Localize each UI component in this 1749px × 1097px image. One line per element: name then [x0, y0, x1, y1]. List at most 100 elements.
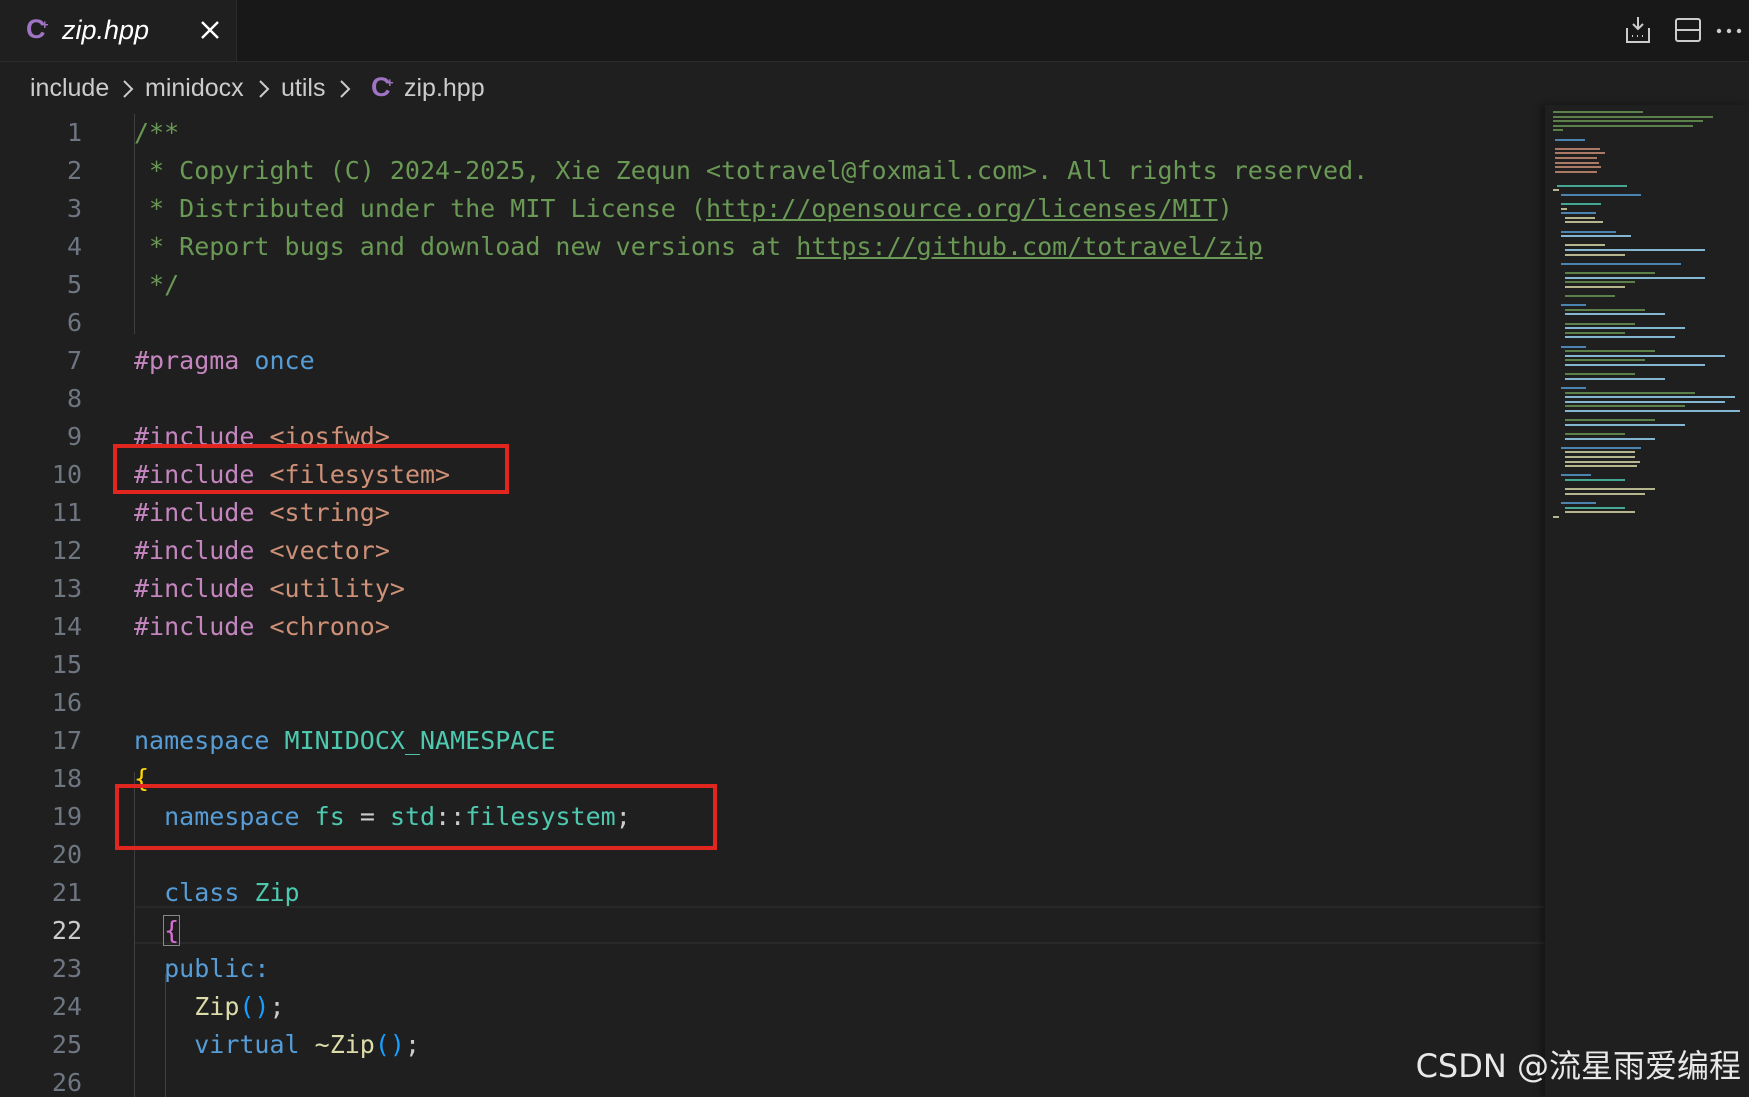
line-number: 15: [51, 650, 82, 679]
minimap-line: [1565, 216, 1595, 219]
include-directive: #include: [134, 574, 255, 603]
line-number: 10: [51, 460, 82, 489]
line-number: 4: [66, 232, 82, 261]
line-number: 11: [51, 498, 82, 527]
line-number: 17: [51, 726, 82, 755]
line-number: 25: [51, 1030, 82, 1059]
alias-name: fs: [314, 802, 345, 831]
line-number: 26: [51, 1068, 82, 1097]
line-number: 20: [51, 840, 82, 869]
chevron-right-icon: [121, 78, 135, 100]
code-line: #include <utility>: [134, 570, 405, 608]
minimap-line: [1565, 281, 1635, 284]
class-name: Zip: [254, 878, 300, 907]
code-line: namespace fs = std::filesystem;: [134, 798, 631, 836]
comment: /**: [134, 118, 180, 147]
minimap-line: [1565, 221, 1603, 224]
pragma-argument: once: [254, 346, 315, 375]
line-number: 24: [51, 992, 82, 1021]
minimap-line: [1555, 147, 1600, 150]
minimap-line: [1565, 373, 1635, 376]
operator: =: [359, 802, 375, 831]
minimap-line: [1553, 115, 1713, 118]
minimap-line: [1561, 474, 1591, 477]
line-number: 21: [51, 878, 82, 907]
repo-link[interactable]: https://github.com/totravel/zip: [796, 232, 1263, 261]
minimap-line: [1553, 124, 1693, 127]
parens: (): [239, 992, 270, 1021]
more-actions-icon[interactable]: [1713, 14, 1745, 46]
save-all-icon[interactable]: [1622, 14, 1654, 46]
chevron-right-icon: [338, 78, 352, 100]
comment: ): [1217, 194, 1233, 223]
code-line: * Copyright (C) 2024-2025, Xie Zequn <to…: [134, 152, 1368, 190]
license-link[interactable]: http://opensource.org/licenses/MIT: [706, 194, 1218, 223]
line-number: 23: [51, 954, 82, 983]
keyword: class: [164, 878, 240, 907]
line-number: 8: [66, 384, 82, 413]
minimap-line: [1555, 157, 1597, 159]
include-directive: #include: [134, 422, 255, 451]
cpp-file-icon: C +: [371, 72, 394, 102]
split-editor-icon[interactable]: [1672, 14, 1704, 46]
close-icon[interactable]: [193, 13, 227, 47]
code-line: */: [134, 266, 179, 304]
scope-operator: ::: [435, 802, 466, 831]
code-line: public:: [134, 950, 269, 988]
breadcrumb-item-include[interactable]: include: [30, 72, 109, 104]
minimap-line: [1565, 253, 1625, 256]
minimap-line: [1561, 502, 1596, 504]
minimap-line: [1561, 304, 1586, 307]
matched-brace: {: [163, 915, 181, 946]
code-line: #include <string>: [134, 494, 390, 532]
include-directive: #include: [134, 536, 255, 565]
line-number: 5: [66, 270, 82, 299]
minimap-line: [1565, 244, 1605, 247]
comment: * Report bugs and download new versions …: [134, 232, 797, 261]
minimap-line: [1565, 479, 1625, 481]
line-number: 19: [51, 802, 82, 831]
semicolon: ;: [269, 992, 285, 1021]
minimap-line: [1565, 488, 1655, 491]
code-line: class Zip: [134, 874, 300, 912]
namespace-filesystem: filesystem: [465, 802, 616, 831]
chevron-right-icon: [257, 78, 271, 100]
code-line: #pragma once: [134, 342, 315, 380]
code-line: #include <vector>: [134, 532, 390, 570]
minimap-line: [1565, 285, 1625, 288]
code-line: Zip();: [134, 988, 285, 1026]
minimap-line: [1565, 456, 1635, 458]
minimap-line: [1565, 437, 1655, 440]
code-line: {: [134, 760, 149, 798]
destructor-name: ~Zip: [314, 1030, 375, 1059]
editor-tab[interactable]: C + zip.hpp: [0, 0, 237, 61]
minimap-line: [1555, 138, 1585, 141]
breadcrumb-item-minidocx[interactable]: minidocx: [145, 72, 244, 104]
minimap-line: [1561, 345, 1586, 348]
minimap[interactable]: [1545, 105, 1749, 1097]
breadcrumb-item-file[interactable]: zip.hpp: [404, 72, 485, 104]
minimap-line: [1565, 322, 1635, 325]
comment: * Copyright (C) 2024-2025, Xie Zequn <to…: [134, 156, 1369, 185]
line-number: 3: [66, 194, 82, 223]
code-line: #include <filesystem>: [134, 456, 450, 494]
parens: (): [374, 1030, 405, 1059]
watermark: CSDN @流星雨爱编程: [1415, 1047, 1741, 1085]
header-name: <string>: [269, 498, 390, 527]
code-line: * Distributed under the MIT License (htt…: [134, 190, 1233, 228]
line-number: 18: [51, 764, 82, 793]
breadcrumb-item-utils[interactable]: utils: [281, 72, 325, 104]
minimap-line: [1565, 359, 1645, 362]
minimap-line: [1565, 396, 1735, 399]
semicolon: ;: [404, 1030, 421, 1059]
code-line: #include <iosfwd>: [134, 418, 390, 456]
code-editor[interactable]: 1 2 3 4 5 6 7 8 9 10 11 12 13 14 15 16 1…: [0, 114, 1545, 1097]
code-line: /**: [134, 114, 179, 152]
minimap-line: [1565, 354, 1725, 357]
line-number: 16: [51, 688, 82, 717]
code-line: * Report bugs and download new versions …: [134, 228, 1263, 266]
minimap-line: [1565, 419, 1655, 422]
minimap-line: [1557, 184, 1627, 187]
minimap-line: [1555, 170, 1597, 173]
minimap-line: [1555, 166, 1601, 169]
